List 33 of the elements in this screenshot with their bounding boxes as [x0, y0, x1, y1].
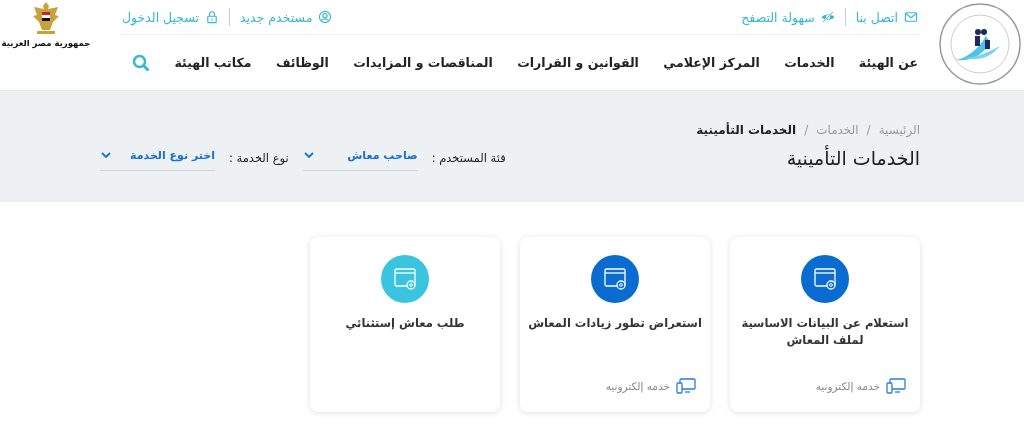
dropdown[interactable]: اختر نوع الخدمة — [100, 144, 215, 171]
breadcrumb-separator: / — [866, 122, 871, 137]
emblem-caption: جمهورية مصر العربية — [1, 38, 91, 48]
filter-label: نوع الخدمة : — [229, 150, 289, 165]
service-card[interactable]: استعلام عن البيانات الاساسية لملف المعاش خدمه إلكترونيه — [730, 237, 920, 412]
nav-item[interactable]: المناقصات و المزايدات — [353, 55, 493, 70]
devices-icon — [886, 378, 906, 394]
filter-label: فئة المستخدم : — [431, 150, 506, 165]
chevron-icon — [302, 149, 315, 161]
breadcrumb-item[interactable]: الخدمات التأمينية — [696, 122, 797, 137]
chevron-icon — [100, 149, 112, 161]
card-title: استعراض تطور زيادات المعاش — [528, 315, 702, 333]
dropdown[interactable]: صاحب معاش — [302, 144, 418, 171]
mail-icon — [904, 10, 918, 24]
card-tag: خدمه إلكترونيه — [815, 380, 880, 392]
eye-icon — [820, 10, 835, 24]
page-title: الخدمات التأمينية — [786, 146, 920, 169]
nav-item[interactable]: الوظائف — [275, 55, 329, 70]
breadcrumb-separator: / — [804, 122, 809, 137]
user-icon — [318, 10, 333, 24]
nav-item[interactable]: الخدمات — [784, 55, 835, 70]
nav-item[interactable]: عن الهيئة — [858, 55, 918, 70]
card-title: استعلام عن البيانات الاساسية لملف المعاش — [740, 315, 910, 350]
lock-icon — [205, 10, 220, 24]
service-card[interactable]: استعراض تطور زيادات المعاش خدمه إلكترونيه — [520, 237, 710, 412]
nav-item[interactable]: القوانين و القرارات — [517, 55, 639, 70]
logo-drawing[interactable] — [938, 2, 1022, 86]
devices-icon — [676, 378, 696, 394]
service-card[interactable]: طلب معاش إستثنائي — [310, 237, 500, 412]
card-tag: خدمه إلكترونيه — [605, 380, 670, 392]
nav-item[interactable]: المركز الإعلامي — [663, 55, 760, 70]
nav-item[interactable]: مكاتب الهيئة — [174, 55, 252, 70]
card-title: طلب معاش إستثنائي — [345, 315, 465, 332]
